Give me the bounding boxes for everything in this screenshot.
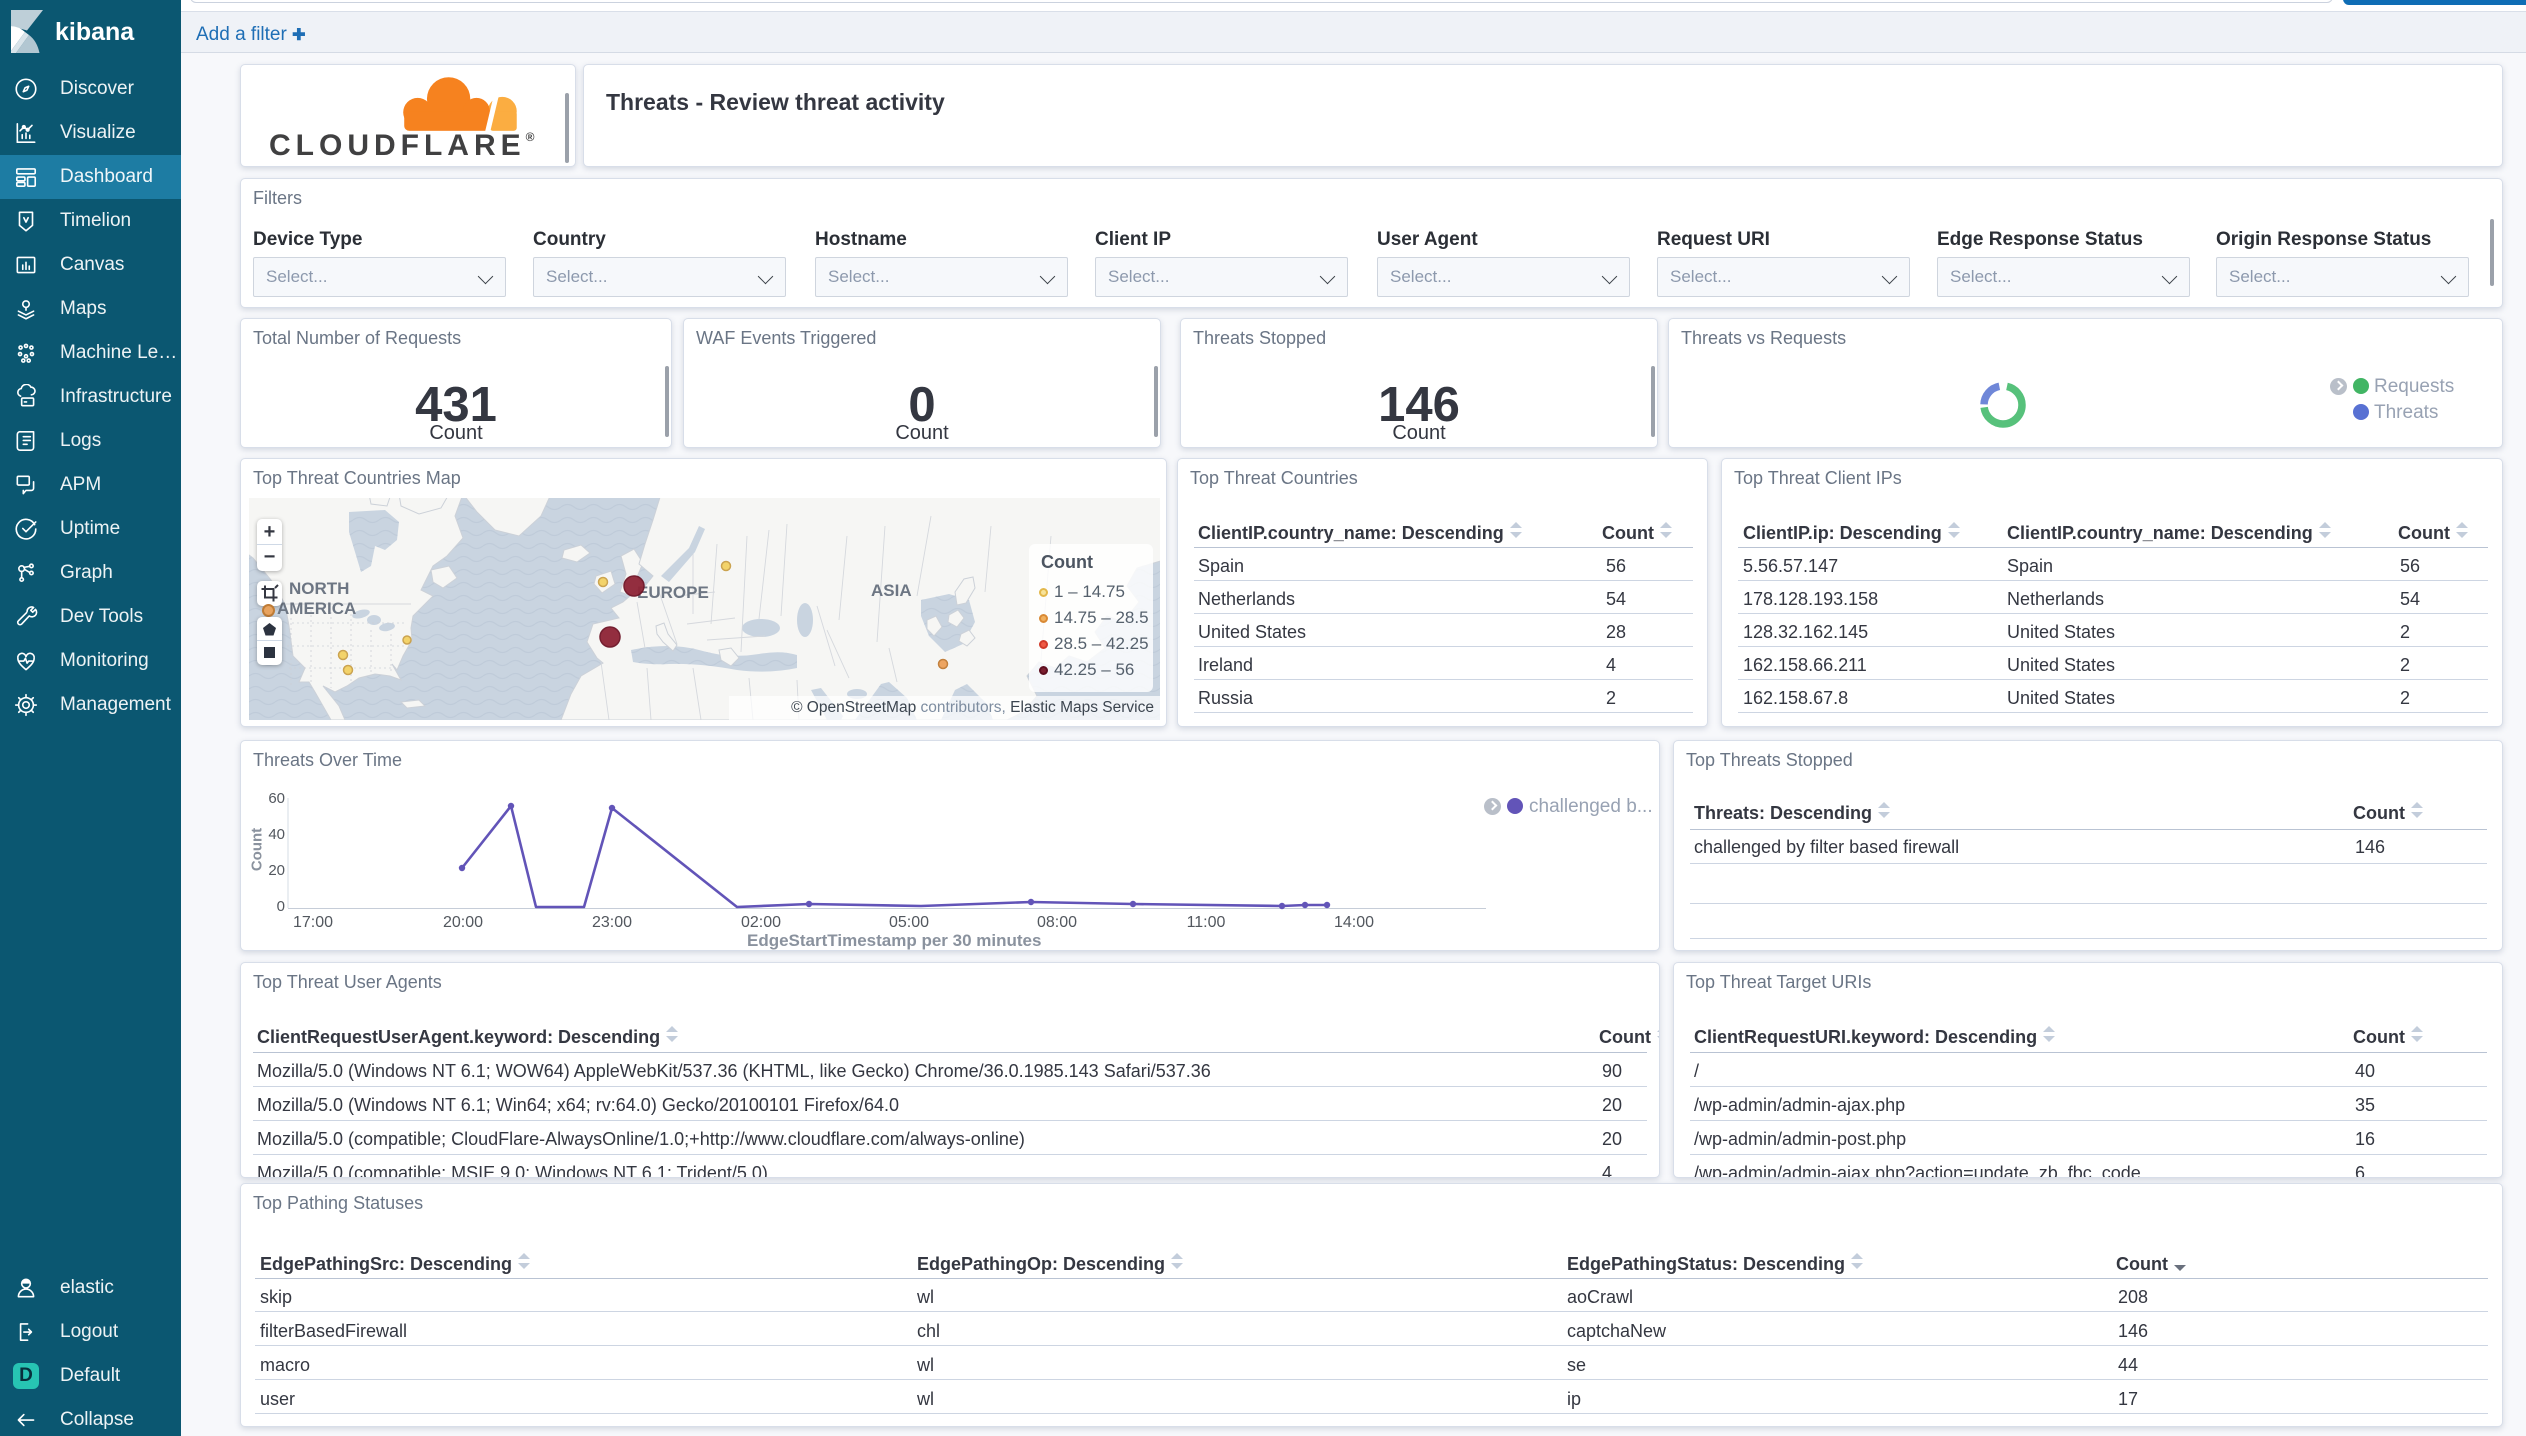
svg-text:ASIA: ASIA [871, 581, 912, 600]
svg-text:AMERICA: AMERICA [277, 599, 356, 618]
svg-text:NORTH: NORTH [289, 579, 349, 598]
svg-text:EUROPE: EUROPE [637, 583, 709, 602]
